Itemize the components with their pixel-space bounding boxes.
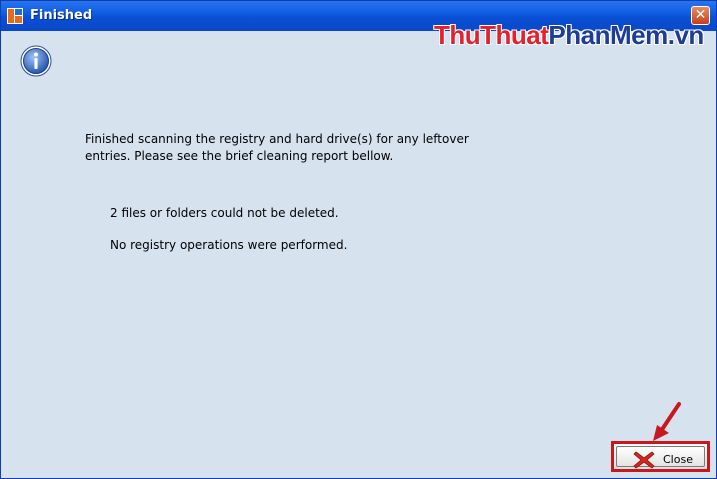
result-message: Finished scanning the registry and hard …: [85, 132, 469, 163]
report-files-line: 2 files or folders could not be deleted.: [110, 206, 339, 220]
red-x-icon: [633, 451, 655, 469]
watermark-part: Thu: [434, 20, 481, 50]
watermark-part: Mem: [610, 20, 668, 50]
close-button-face[interactable]: Close: [616, 446, 705, 469]
close-button[interactable]: Close: [611, 441, 710, 472]
watermark-part: Phan: [548, 20, 610, 50]
window-title: Finished: [30, 8, 93, 23]
dialog-window: Finished ✕ ThuThuatPhanMem.vn Finished s…: [0, 0, 717, 479]
watermark: ThuThuatPhanMem.vn: [434, 20, 704, 51]
red-arrow-icon: [653, 402, 681, 441]
watermark-part: Thuat: [480, 20, 549, 50]
watermark-part: .vn: [667, 20, 705, 50]
close-button-label: Close: [663, 453, 693, 466]
report-registry-line: No registry operations were performed.: [110, 238, 348, 252]
app-icon: [7, 8, 23, 24]
info-icon: [20, 45, 52, 77]
